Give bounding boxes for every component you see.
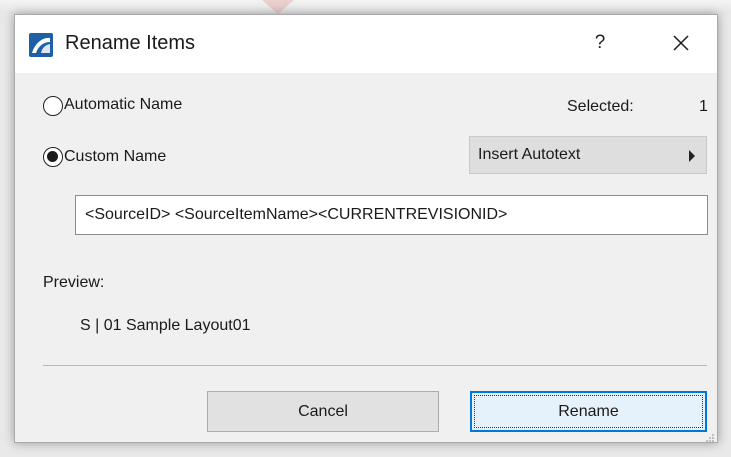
insert-autotext-button[interactable]: Insert Autotext [469,136,707,174]
preview-value: S | 01 Sample Layout01 [80,317,251,334]
close-icon [673,35,689,51]
rename-label: Rename [558,403,619,420]
custom-name-label[interactable]: Custom Name [64,148,166,166]
custom-name-radio[interactable] [43,147,63,167]
radio-selected-dot [47,151,58,162]
selected-label: Selected: [567,98,634,115]
archicad-icon [29,33,53,57]
selected-count: 1 [699,98,708,115]
help-button[interactable]: ? [585,27,615,59]
insert-autotext-label: Insert Autotext [478,146,581,163]
triangle-right-icon [689,150,695,162]
separator [43,365,707,366]
automatic-name-label[interactable]: Automatic Name [64,96,182,114]
rename-button[interactable]: Rename [470,391,707,432]
close-button[interactable] [663,27,699,59]
title-bar: Rename Items ? [15,15,717,73]
custom-name-value: <SourceID> <SourceItemName><CURRENTREVIS… [85,206,508,223]
automatic-name-radio[interactable] [43,96,63,116]
resize-grip-icon[interactable] [705,430,715,442]
custom-name-input[interactable]: <SourceID> <SourceItemName><CURRENTREVIS… [75,195,708,235]
dialog-title: Rename Items [65,32,196,54]
preview-label: Preview: [43,274,105,291]
cancel-button[interactable]: Cancel [207,391,439,432]
background-red-mark [262,0,294,14]
rename-items-dialog: Rename Items ? Automatic Name Selected: … [14,14,718,443]
background-window [0,0,731,14]
